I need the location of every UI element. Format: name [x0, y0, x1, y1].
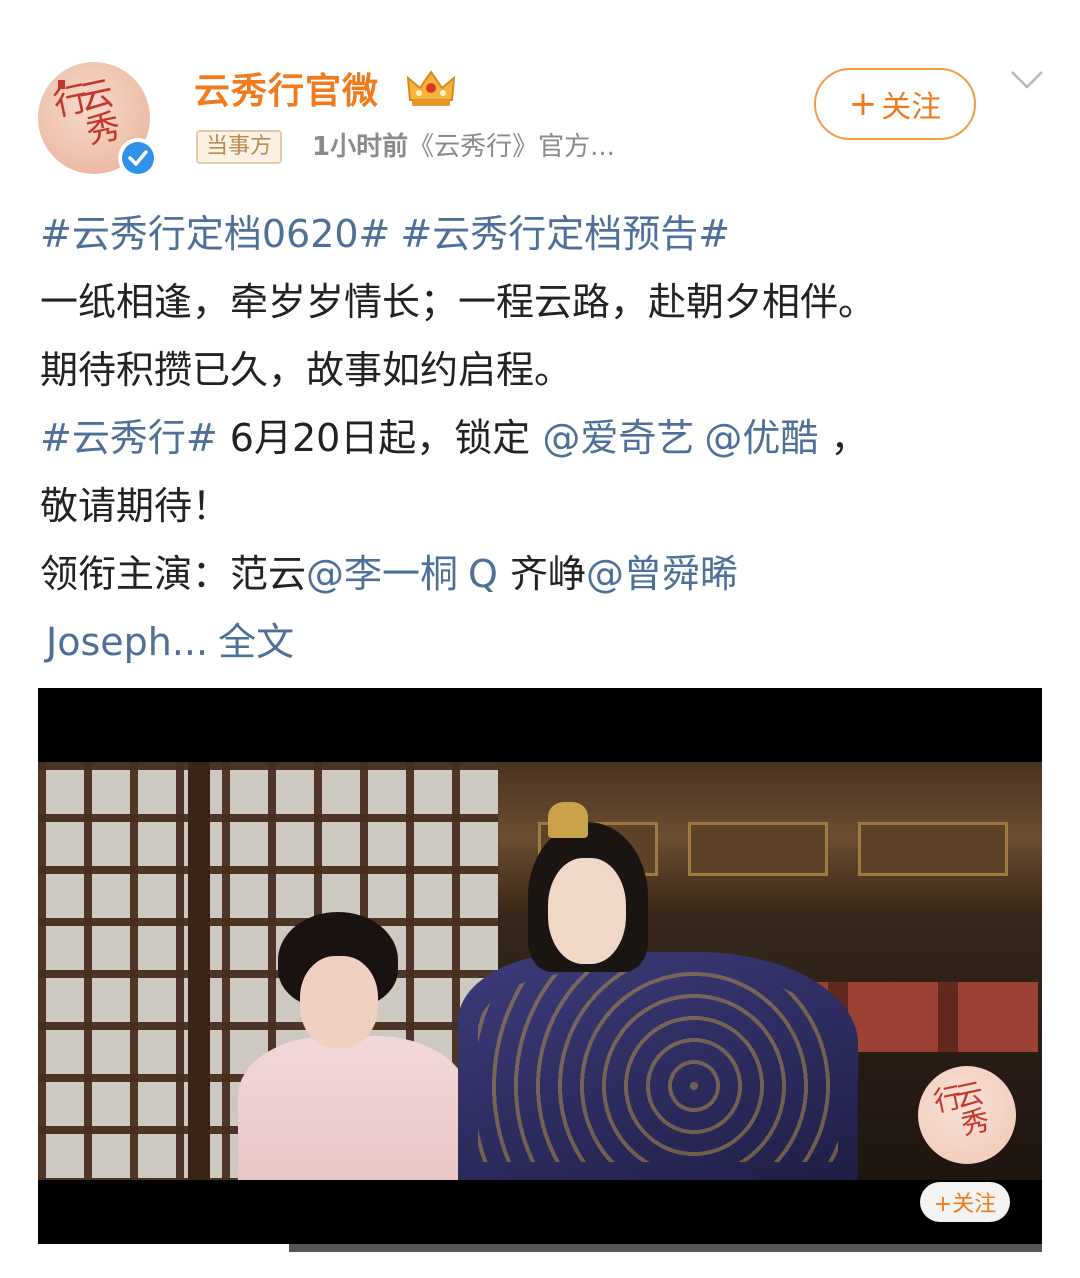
mention-link[interactable]: @爱奇艺 [542, 416, 694, 460]
hashtag-link[interactable]: #云秀行# [40, 416, 218, 460]
watermark-text: 云秀行 [927, 1077, 993, 1139]
crown-icon [406, 70, 456, 106]
video-progress-bar[interactable] [38, 1244, 1042, 1252]
weibo-post: 云秀行 云秀行官微 当事方 1小时前《云秀行》官方... + 关注 #云秀行定档0… [0, 0, 1080, 1278]
post-line-2: 一纸相逢，牵岁岁情长；一程云路，赴朝夕相伴。 [40, 280, 877, 324]
post-line-3: 期待积攒已久，故事如约启程。 [40, 348, 573, 392]
read-more-link[interactable]: 全文 [218, 620, 294, 664]
hashtag-link[interactable]: #云秀行定档预告# [400, 212, 730, 256]
release-text: 6月20日起，锁定 [217, 416, 543, 460]
post-line-5: 敬请期待！ [40, 484, 231, 528]
scene-actor [418, 802, 868, 1180]
mention-link[interactable]: @李一桐 [306, 552, 458, 596]
chevron-down-icon[interactable] [1010, 70, 1044, 90]
post-line-6: 领衔主演：范云@李一桐 Q 齐峥@曾舜晞 [40, 540, 1070, 608]
video-follow-button[interactable]: +关注 [920, 1182, 1010, 1222]
scene-window-frame [188, 762, 210, 1180]
mention-link[interactable]: @曾舜晞 [586, 552, 738, 596]
video-player[interactable]: 云秀行 +关注 [38, 688, 1042, 1252]
cast-prefix: 领衔主演：范云 [40, 552, 307, 596]
video-progress-fill [38, 1244, 289, 1252]
q-link[interactable]: Q [468, 552, 498, 596]
author-name[interactable]: 云秀行官微 [194, 62, 379, 114]
watermark-logo[interactable]: 云秀行 [918, 1066, 1016, 1164]
party-badge: 当事方 [196, 130, 283, 164]
cast-name-link[interactable]: Joseph... [46, 620, 208, 664]
post-line-4: #云秀行# 6月20日起，锁定 @爱奇艺 @优酷 ， [40, 404, 1070, 472]
avatar-logo-text: 云秀行 [43, 74, 123, 149]
post-text: #云秀行定档0620# #云秀行定档预告# 一纸相逢，牵岁岁情长；一程云路，赴朝夕… [40, 200, 1070, 676]
hashtag-link[interactable]: #云秀行定档0620# [40, 212, 390, 256]
follow-button[interactable]: + 关注 [814, 68, 976, 140]
post-meta: 1小时前《云秀行》官方... [312, 130, 615, 164]
post-line-7: Joseph... 全文 [40, 608, 1070, 676]
cast-name: 齐峥 [497, 552, 587, 596]
video-frame [38, 762, 1042, 1180]
plus-icon: + [848, 84, 878, 124]
mention-link[interactable]: @优酷 [704, 416, 818, 460]
punctuation: ， [818, 416, 869, 460]
post-line-1: #云秀行定档0620# #云秀行定档预告# [40, 200, 1070, 268]
post-time: 1小时前 [312, 132, 409, 162]
follow-label: 关注 [881, 90, 942, 125]
verified-icon [118, 138, 158, 178]
post-source: 《云秀行》官方... [408, 132, 615, 162]
